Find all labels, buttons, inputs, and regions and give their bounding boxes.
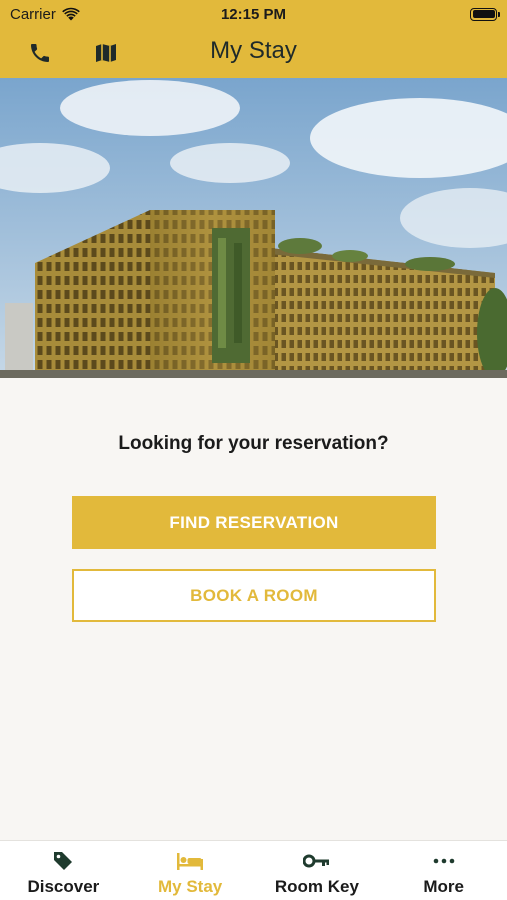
tab-label: Discover bbox=[27, 877, 100, 896]
tab-room-key[interactable]: Room Key bbox=[254, 841, 381, 900]
tag-icon bbox=[51, 849, 75, 873]
key-icon bbox=[302, 849, 331, 873]
page-title: My Stay bbox=[210, 37, 297, 64]
status-bar: Carrier 12:15 PM bbox=[0, 0, 507, 28]
bed-icon bbox=[176, 849, 204, 873]
find-reservation-button[interactable]: FIND RESERVATION bbox=[72, 496, 436, 549]
hotel-building-photo bbox=[0, 78, 507, 378]
carrier-label: Carrier bbox=[10, 5, 56, 23]
tab-label: More bbox=[423, 877, 464, 896]
tab-discover[interactable]: Discover bbox=[0, 841, 127, 900]
more-icon bbox=[432, 849, 456, 873]
reservation-panel: Looking for your reservation? FIND RESER… bbox=[0, 378, 507, 840]
tab-label: My Stay bbox=[158, 877, 223, 896]
wifi-icon bbox=[62, 7, 80, 21]
nav-bar: My Stay bbox=[0, 28, 507, 78]
tab-label: Room Key bbox=[274, 877, 359, 896]
status-left: Carrier bbox=[10, 6, 80, 23]
tab-my-stay[interactable]: My Stay bbox=[127, 841, 254, 900]
reservation-prompt: Looking for your reservation? bbox=[118, 433, 389, 454]
battery-icon bbox=[470, 7, 500, 21]
tab-bar: Discover My Stay Room Key More bbox=[0, 840, 507, 900]
book-room-button[interactable]: BOOK A ROOM bbox=[72, 569, 436, 622]
tab-more[interactable]: More bbox=[380, 841, 507, 900]
